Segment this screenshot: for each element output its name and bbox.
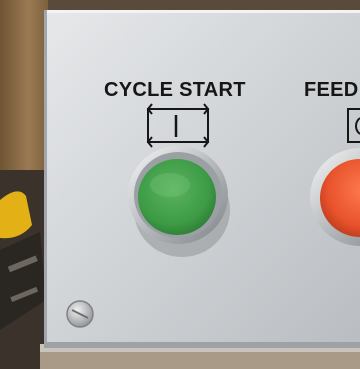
cycle-start-label: CYCLE START xyxy=(104,79,246,101)
screw xyxy=(66,300,94,328)
control-panel-photo xyxy=(0,0,360,369)
feed-label: FEED xyxy=(304,79,359,101)
